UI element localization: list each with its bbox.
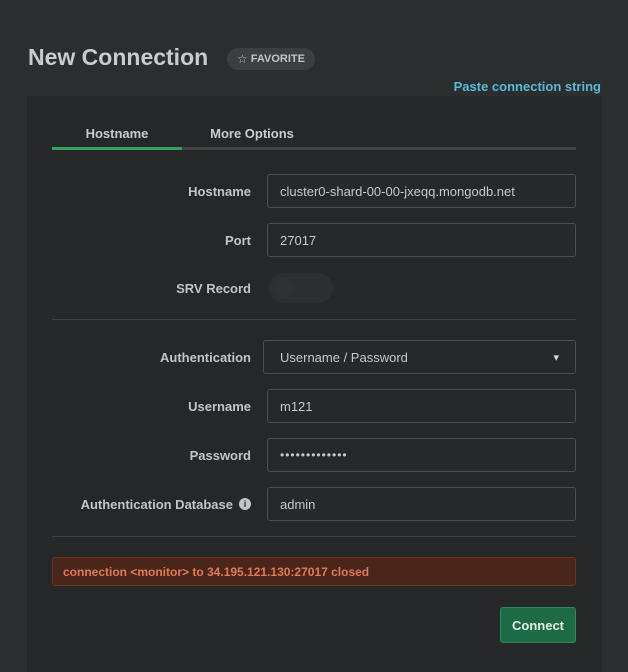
- chevron-down-icon: ▾: [553, 351, 559, 364]
- auth-db-input[interactable]: admin: [267, 487, 576, 521]
- info-icon[interactable]: i: [239, 498, 251, 510]
- tab-hostname[interactable]: Hostname: [52, 116, 182, 150]
- srv-row: SRV Record: [52, 271, 576, 305]
- auth-db-label-group: Authentication Database i: [81, 487, 251, 521]
- authentication-selected: Username / Password: [280, 349, 408, 365]
- connect-button[interactable]: Connect: [500, 607, 576, 643]
- password-input[interactable]: •••••••••••••: [267, 438, 576, 472]
- divider: [52, 319, 576, 320]
- authentication-label: Authentication: [160, 349, 251, 365]
- srv-label: SRV Record: [176, 280, 251, 296]
- active-tab-indicator: [52, 147, 182, 150]
- hostname-row: Hostname cluster0-shard-00-00-jxeqq.mong…: [52, 174, 576, 208]
- username-input[interactable]: m121: [267, 389, 576, 423]
- hostname-label: Hostname: [188, 183, 251, 199]
- tab-more-options[interactable]: More Options: [182, 116, 322, 150]
- connection-form-panel: Hostname More Options Hostname cluster0-…: [27, 96, 602, 672]
- port-input[interactable]: 27017: [267, 223, 576, 257]
- hostname-input[interactable]: cluster0-shard-00-00-jxeqq.mongodb.net: [267, 174, 576, 208]
- srv-toggle[interactable]: [269, 273, 333, 303]
- username-label: Username: [188, 398, 251, 414]
- port-label: Port: [225, 232, 251, 248]
- authentication-row: Authentication Username / Password ▾: [52, 340, 576, 374]
- authentication-select[interactable]: Username / Password ▾: [263, 340, 576, 374]
- star-icon: ☆: [237, 52, 248, 66]
- connect-page: New Connection ☆ FAVORITE Paste connecti…: [0, 0, 628, 672]
- error-message: connection <monitor> to 34.195.121.130:2…: [52, 557, 576, 586]
- username-row: Username m121: [52, 389, 576, 423]
- toggle-knob: [274, 278, 294, 298]
- password-row: Password •••••••••••••: [52, 438, 576, 472]
- favorite-button[interactable]: ☆ FAVORITE: [227, 48, 315, 70]
- password-label: Password: [189, 447, 251, 463]
- page-title: New Connection: [28, 44, 209, 70]
- auth-db-row: Authentication Database i admin: [52, 487, 576, 521]
- divider: [52, 536, 576, 537]
- paste-connection-string-link[interactable]: Paste connection string: [454, 79, 601, 94]
- favorite-label: FAVORITE: [250, 53, 305, 65]
- port-row: Port 27017: [52, 223, 576, 257]
- auth-db-label: Authentication Database: [80, 496, 233, 512]
- form-tabs: Hostname More Options: [52, 116, 576, 150]
